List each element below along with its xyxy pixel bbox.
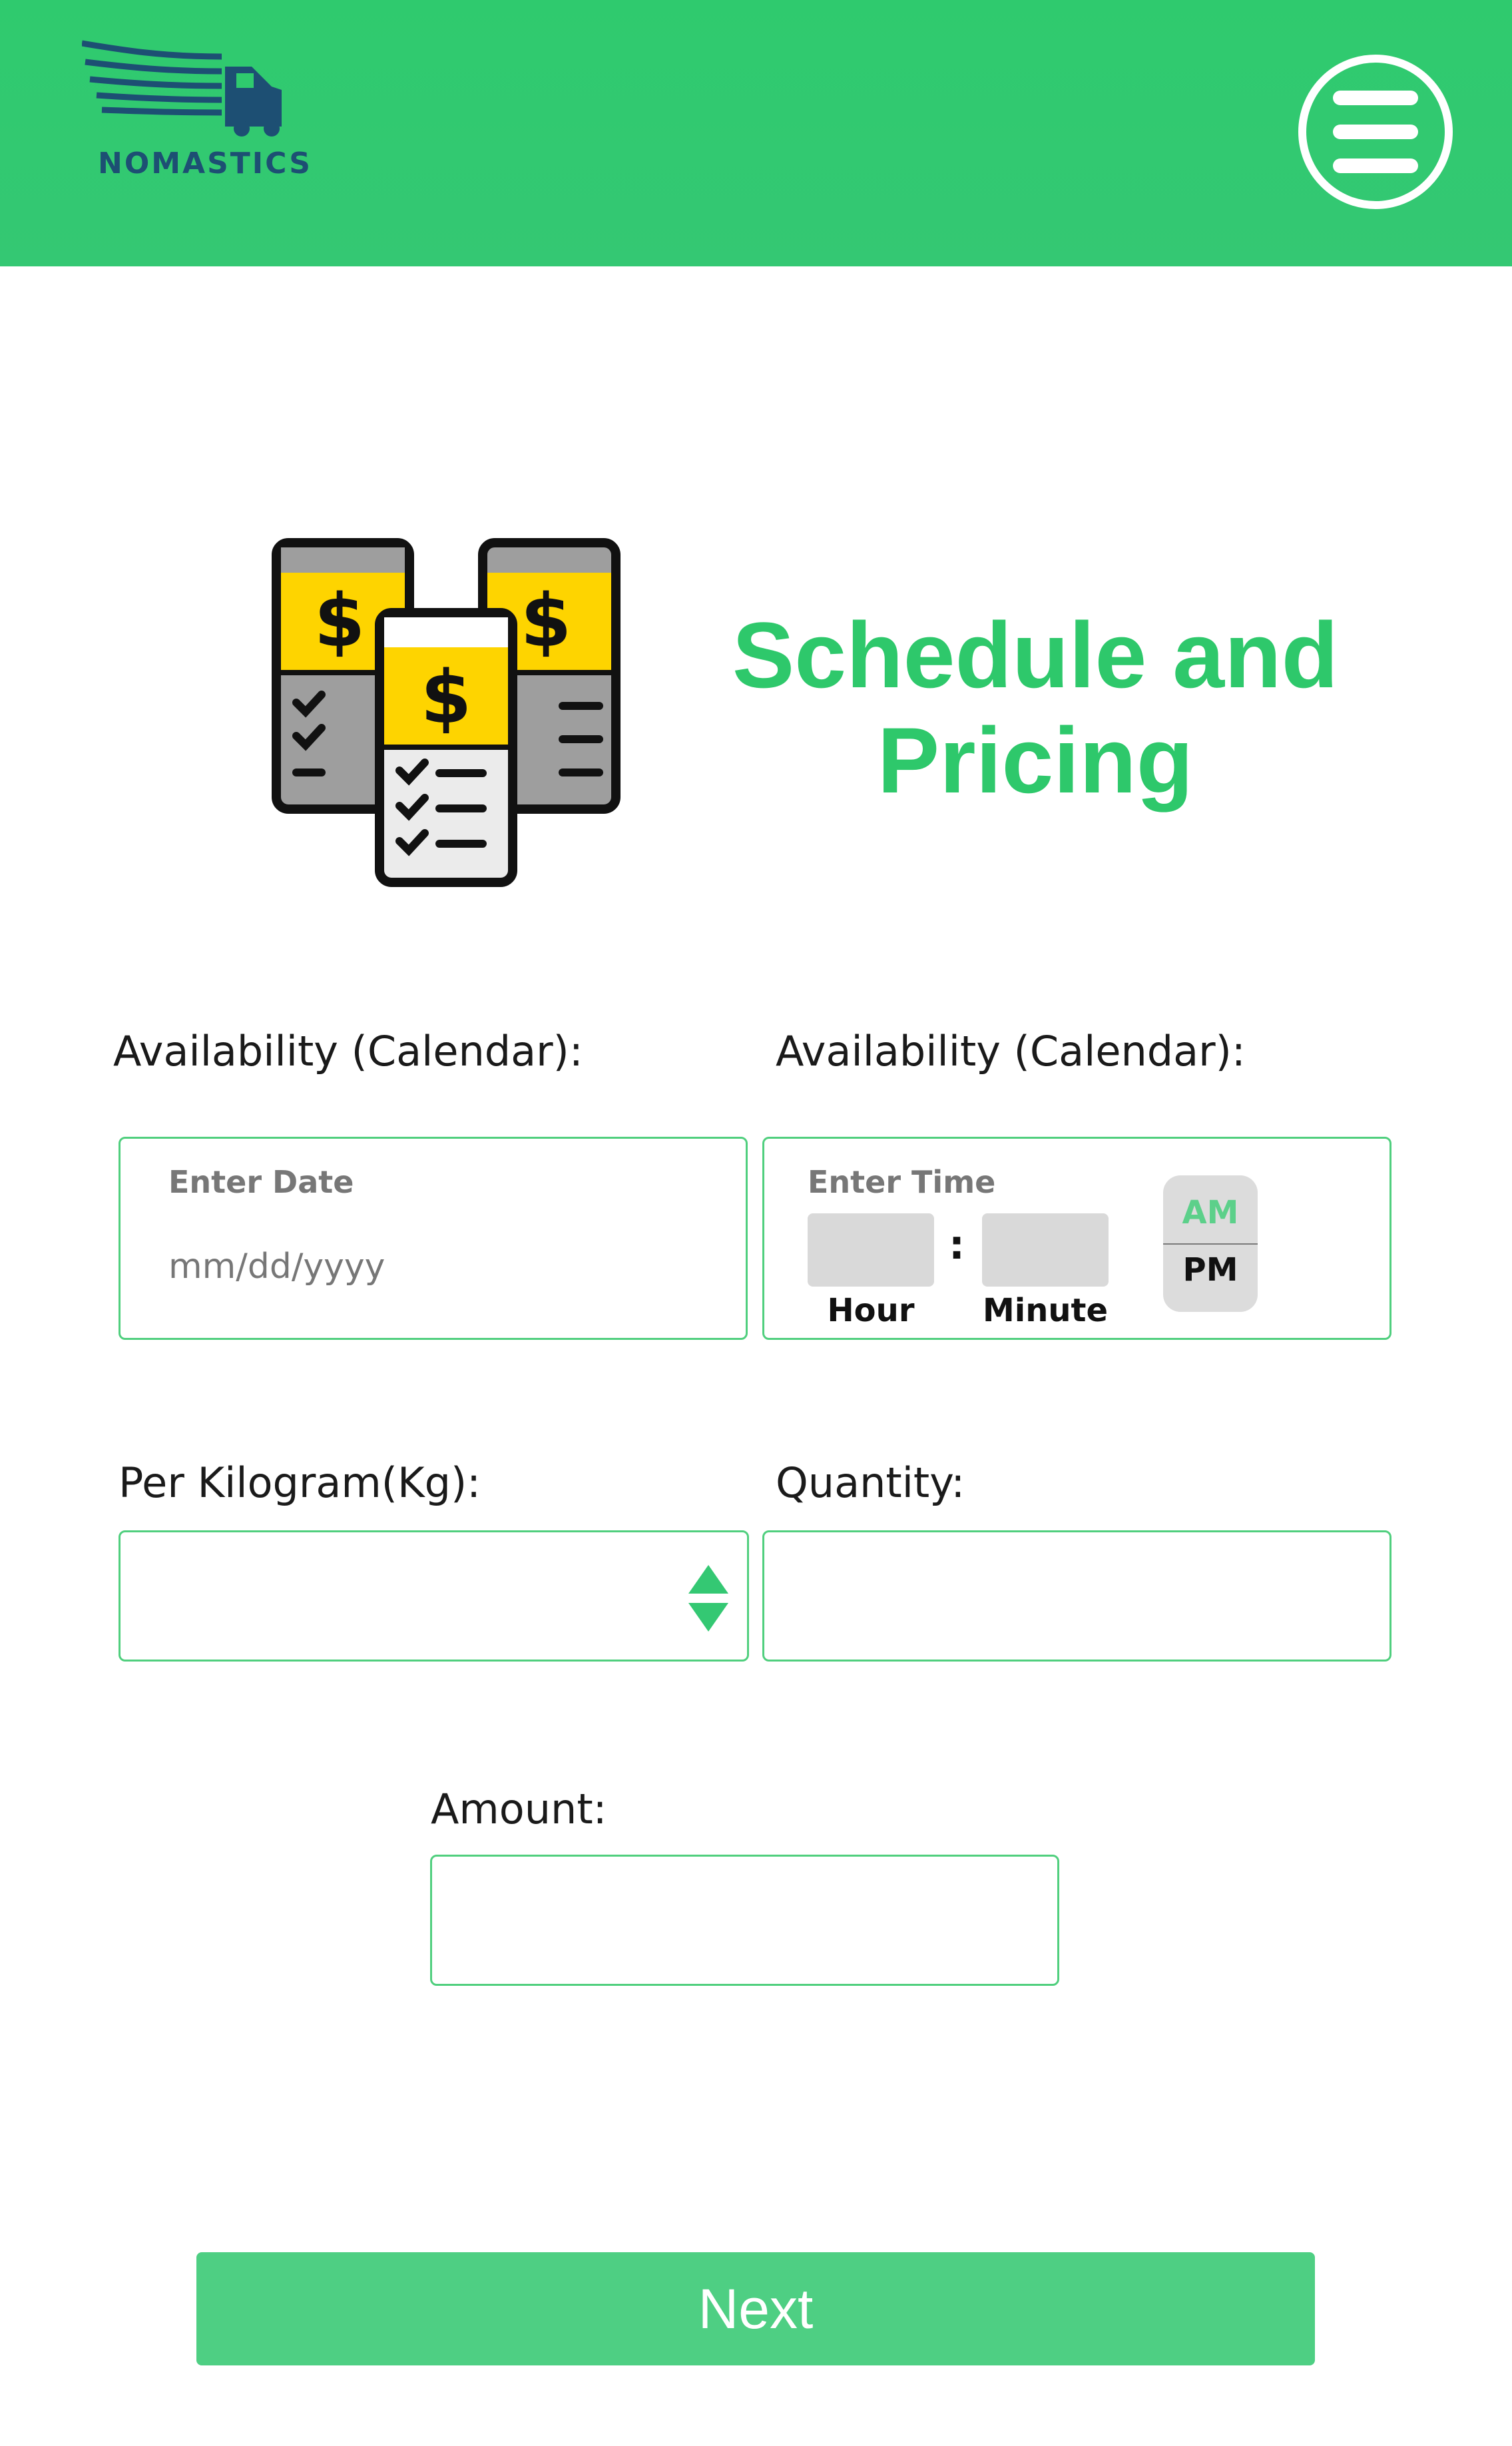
- pm-option[interactable]: PM: [1163, 1251, 1258, 1289]
- per-kg-select[interactable]: [119, 1530, 749, 1662]
- hamburger-menu-icon: [1333, 125, 1418, 139]
- am-pm-toggle[interactable]: AM PM: [1163, 1175, 1258, 1312]
- hour-input[interactable]: [808, 1213, 934, 1287]
- brand-logo[interactable]: NOMASTICS: [19, 37, 365, 210]
- page-title-line-2: Pricing: [877, 708, 1194, 812]
- per-kg-label: Per Kilogram(Kg):: [119, 1458, 481, 1507]
- hour-label: Hour: [827, 1292, 915, 1329]
- quantity-label: Quantity:: [776, 1458, 965, 1507]
- date-placeholder: mm/dd/yyyy: [168, 1247, 385, 1287]
- minute-input[interactable]: [982, 1213, 1109, 1287]
- menu-button[interactable]: [1298, 55, 1453, 209]
- date-field-label: Enter Date: [168, 1164, 354, 1200]
- date-field[interactable]: Enter Date mm/dd/yyyy: [119, 1137, 748, 1340]
- svg-text:$: $: [521, 578, 572, 663]
- page-title: Schedule and Pricing: [712, 603, 1358, 813]
- stepper-arrows-icon[interactable]: [686, 1562, 731, 1635]
- svg-text:$: $: [421, 655, 472, 740]
- amount-label: Amount:: [431, 1785, 607, 1833]
- am-pm-divider: [1163, 1243, 1258, 1245]
- time-field-label: Enter Time: [808, 1164, 996, 1200]
- hamburger-menu-icon: [1333, 91, 1418, 105]
- app-header: NOMASTICS: [0, 0, 1512, 266]
- truck-logo-icon: [82, 40, 282, 137]
- brand-name: NOMASTICS: [98, 147, 312, 180]
- amount-input[interactable]: [430, 1855, 1059, 1986]
- next-button[interactable]: Next: [196, 2252, 1315, 2365]
- price-list-documents-icon: $ $ $: [272, 538, 621, 887]
- am-option[interactable]: AM: [1163, 1194, 1258, 1231]
- date-availability-label: Availability (Calendar):: [113, 1027, 583, 1075]
- svg-text:$: $: [314, 578, 366, 663]
- hamburger-menu-icon: [1333, 158, 1418, 173]
- page-title-line-1: Schedule and: [732, 603, 1339, 707]
- time-availability-label: Availability (Calendar):: [776, 1027, 1246, 1075]
- minute-label: Minute: [982, 1292, 1109, 1329]
- quantity-input[interactable]: [762, 1530, 1391, 1662]
- time-separator: :: [949, 1222, 965, 1269]
